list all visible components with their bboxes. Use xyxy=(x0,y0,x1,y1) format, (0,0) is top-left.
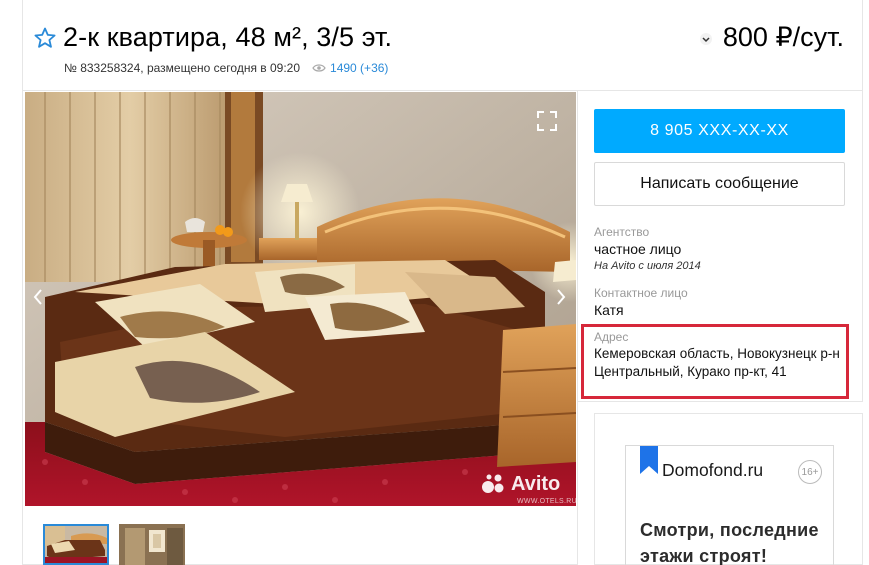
listing-meta: № 833258324, размещено сегодня в 09:20 1… xyxy=(64,60,388,76)
listing-id-date: № 833258324, размещено сегодня в 09:20 xyxy=(64,61,301,75)
thumbnail-interior-image xyxy=(119,524,185,565)
thumbnail-1[interactable] xyxy=(43,524,109,565)
ad-creative[interactable]: Domofond.ru 16+ Смотри, последние этажи … xyxy=(625,445,834,565)
fullscreen-icon[interactable] xyxy=(536,110,558,132)
ad-headline: Смотри, последние этажи строят! xyxy=(640,520,819,565)
thumbnail-bedroom-image xyxy=(45,526,107,563)
address-highlight-box xyxy=(581,324,849,399)
favorite-star-icon[interactable] xyxy=(33,26,57,50)
listing-page: 2-к квартира, 48 м², 3/5 эт. 800 ₽/сут. … xyxy=(0,0,869,565)
listing-header: 2-к квартира, 48 м², 3/5 эт. 800 ₽/сут. … xyxy=(22,0,863,91)
avito-logo-icon xyxy=(482,474,504,493)
avito-watermark: Avito xyxy=(481,472,560,496)
domofond-logo-icon xyxy=(640,446,658,474)
agency-value: частное лицо xyxy=(594,241,682,257)
watermark-text: Avito xyxy=(511,472,561,495)
write-message-button[interactable]: Написать сообщение xyxy=(594,162,845,206)
gallery: Avito WWW.OTELS.RU xyxy=(22,91,578,565)
price-block[interactable]: 800 ₽/сут. xyxy=(699,20,844,54)
show-phone-button[interactable]: 8 905 XXX-XX-XX xyxy=(594,109,845,153)
chevron-down-icon[interactable] xyxy=(699,32,713,46)
views-count[interactable]: 1490 (+36) xyxy=(330,60,388,76)
age-rating-badge: 16+ xyxy=(798,460,822,484)
agency-since: На Avito с июля 2014 xyxy=(594,260,701,272)
ad-banner[interactable]: Domofond.ru 16+ Смотри, последние этажи … xyxy=(594,413,863,565)
main-photo[interactable] xyxy=(25,92,576,506)
thumbnail-2[interactable] xyxy=(119,524,185,565)
contact-person-name: Катя xyxy=(594,302,624,318)
ad-brand-name: Domofond.ru xyxy=(662,460,764,480)
chevron-right-icon[interactable] xyxy=(555,288,567,306)
agency-label: Агентство xyxy=(594,225,650,239)
contact-person-label: Контактное лицо xyxy=(594,286,688,300)
bedroom-photo-image xyxy=(25,92,576,506)
listing-title: 2-к квартира, 48 м², 3/5 эт. xyxy=(63,22,393,52)
listing-price: 800 ₽/сут. xyxy=(722,22,844,52)
thumbnail-strip xyxy=(43,524,185,565)
chevron-left-icon[interactable] xyxy=(32,288,44,306)
eye-icon xyxy=(312,64,326,72)
source-watermark: WWW.OTELS.RU xyxy=(517,498,577,505)
